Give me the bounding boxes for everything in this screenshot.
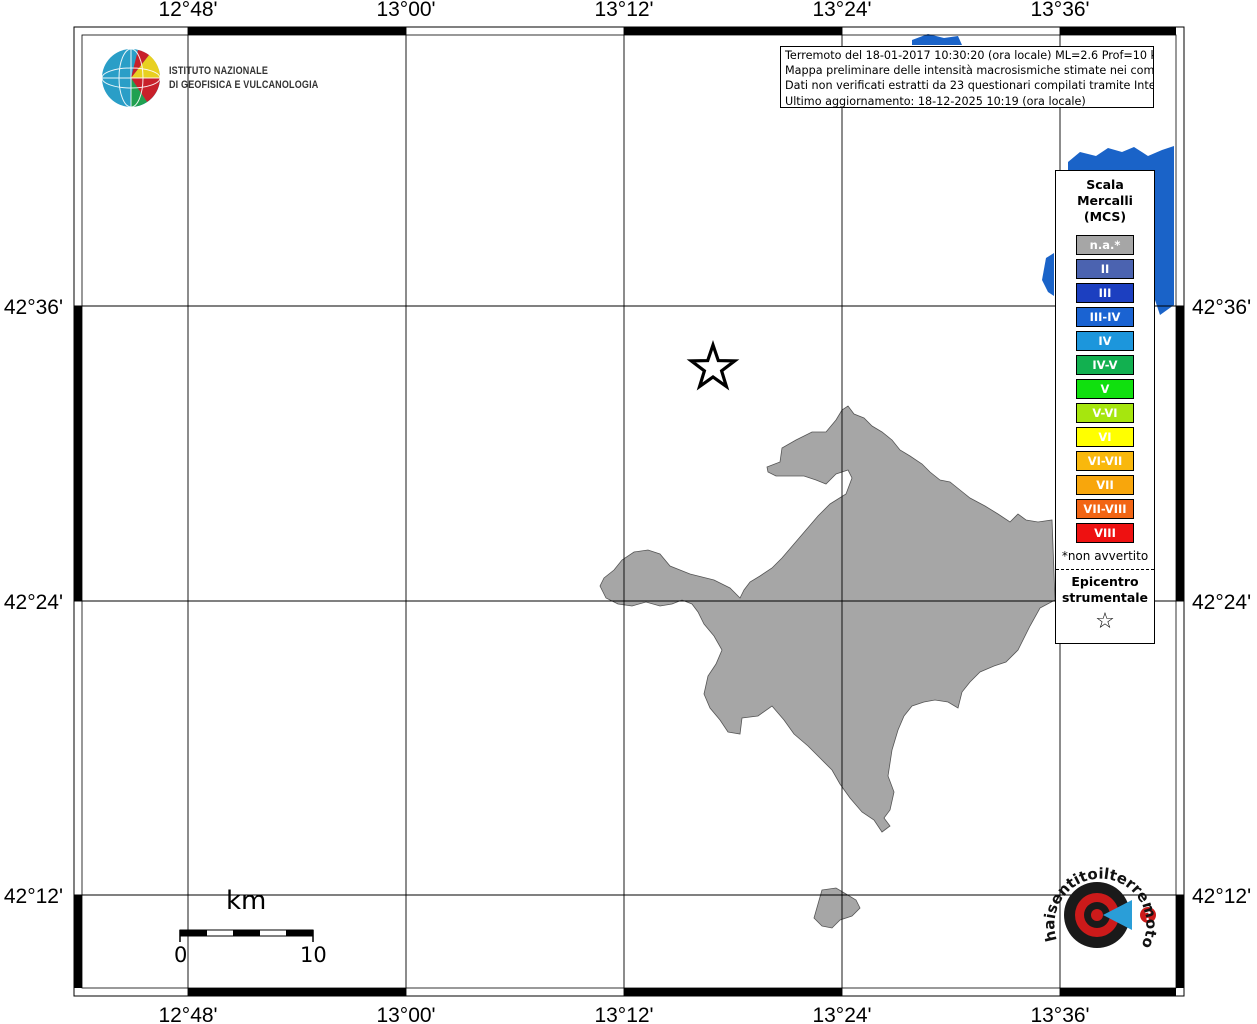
epicenter-star-icon (686, 340, 740, 391)
region-main (599, 405, 1056, 833)
ingv-logo-text: ISTITUTO NAZIONALE DI GEOFISICA E VULCAN… (169, 64, 318, 92)
legend-items: n.a.* II III III-IV IV IV-V V V-VI VI VI-VII VII VI… (1056, 235, 1154, 543)
bottom-lon-label: 12°48' (158, 1004, 217, 1024)
legend-title-line-1: Scala (1086, 177, 1124, 192)
event-info-box: Terremoto del 18-01-2017 10:30:20 (ora l… (780, 46, 1154, 108)
map-frame (73, 26, 1185, 997)
top-lon-label: 13°36' (1030, 0, 1089, 21)
logo-line-1: ISTITUTO NAZIONALE (169, 65, 269, 77)
bottom-lon-label: 13°00' (376, 1004, 435, 1024)
region-islet (813, 887, 861, 929)
legend-epicenter-line-1: Epicentro (1071, 574, 1139, 589)
left-lat-label: 42°36' (4, 296, 63, 319)
info-line-2: Mappa preliminare delle intensità macros… (785, 64, 1154, 78)
haisentito-badge-text: haisentitoilterremoto.it (0, 0, 1160, 951)
legend-item: VI (1076, 427, 1134, 447)
legend-item: IV-V (1076, 355, 1134, 375)
bottom-lon-label: 13°36' (1030, 1004, 1089, 1024)
scalebar-unit: km (226, 886, 267, 916)
legend-item: VII-VIII (1076, 499, 1134, 519)
bottom-lon-label: 13°24' (812, 1004, 871, 1024)
bottom-lon-label: 13°12' (594, 1004, 653, 1024)
legend-item: II (1076, 259, 1134, 279)
top-lon-label: 13°24' (812, 0, 871, 21)
logo-line-2: DI GEOFISICA E VULCANOLOGIA (169, 79, 319, 91)
legend-epicenter-line-2: strumentale (1061, 590, 1149, 605)
municipality-region (599, 405, 1056, 929)
legend-item: IV (1076, 331, 1134, 351)
left-lat-label: 42°24' (4, 591, 63, 614)
right-lat-label: 42°24' (1192, 591, 1251, 614)
lake-right-2 (1042, 253, 1054, 296)
info-line-4: Ultimo aggiornamento: 18-12-2025 10:19 (… (785, 94, 1086, 108)
mcs-legend: Scala Mercalli (MCS) n.a.* II III III-IV IV I… (1055, 170, 1155, 644)
legend-item: V (1076, 379, 1134, 399)
ingv-logo-icon (101, 48, 161, 108)
info-line-1: Terremoto del 18-01-2017 10:30:20 (ora l… (785, 49, 1154, 62)
haisentito-badge-textpath: haisentitoilterremoto.it (0, 0, 1160, 951)
legend-item: V-VI (1076, 403, 1134, 423)
legend-separator (1056, 569, 1154, 570)
legend-item: VIII (1076, 523, 1134, 543)
legend-title: Scala Mercalli (MCS) (1056, 177, 1154, 225)
legend-note: *non avvertito (1061, 549, 1149, 563)
scalebar-min-label: 0 (174, 943, 188, 967)
graticule (74, 27, 1184, 996)
info-line-3: Dati non verificati estratti da 23 quest… (785, 79, 1154, 93)
top-lon-label: 13°12' (594, 0, 653, 21)
legend-item: VI-VII (1076, 451, 1134, 471)
legend-item: n.a.* (1076, 235, 1134, 255)
legend-star-icon: ☆ (1095, 609, 1115, 634)
right-lat-label: 42°36' (1192, 296, 1251, 319)
legend-item: III (1076, 283, 1134, 303)
scalebar (179, 929, 314, 942)
top-lon-label: 12°48' (158, 0, 217, 21)
top-lon-label: 13°00' (376, 0, 435, 21)
legend-epicenter: Epicentro strumentale (1056, 574, 1154, 606)
legend-title-line-3: (MCS) (1083, 209, 1127, 224)
right-lat-label: 42°12' (1192, 885, 1251, 908)
scalebar-max-label: 10 (300, 943, 327, 967)
lake-top (912, 34, 962, 45)
legend-item: III-IV (1076, 307, 1134, 327)
legend-title-line-2: Mercalli (1077, 193, 1133, 208)
left-lat-label: 42°12' (4, 885, 63, 908)
legend-item: VII (1076, 475, 1134, 495)
